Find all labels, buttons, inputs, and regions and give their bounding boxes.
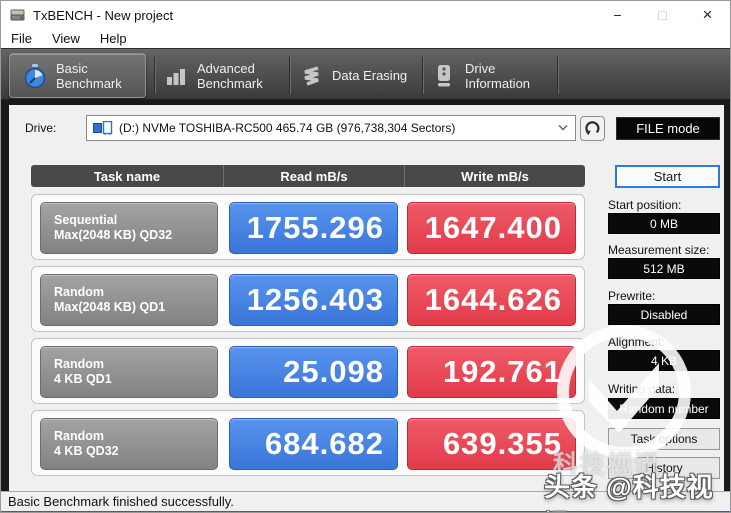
window-title: TxBENCH - New project — [33, 7, 174, 23]
write-value: 1644.626 — [407, 274, 576, 326]
maximize-button[interactable]: □ — [640, 1, 685, 29]
task-options-button[interactable]: Task options — [608, 428, 720, 450]
tab-label: Advanced Benchmark — [197, 60, 263, 91]
drive-select-value: (D:) NVMe TOSHIBA-RC500 465.74 GB (976,7… — [119, 121, 456, 135]
task-button[interactable]: Random 4 KB QD32 — [40, 418, 218, 470]
measurement-size-label: Measurement size: — [608, 243, 710, 257]
prewrite-field[interactable]: Disabled — [608, 304, 720, 325]
tab-label: Drive Information — [465, 60, 531, 91]
write-value: 1647.400 — [407, 202, 576, 254]
content-area: Drive: (D:) NVMe TOSHIBA-RC500 465.74 GB… — [9, 105, 724, 491]
tab-advanced-benchmark[interactable]: Advanced Benchmark — [164, 53, 282, 98]
status-text: Basic Benchmark finished successfully. — [8, 494, 234, 509]
app-icon — [10, 9, 25, 21]
table-row: Random 4 KB QD1 25.098 192.761 — [31, 338, 585, 404]
read-value: 684.682 — [229, 418, 398, 470]
writing-data-field[interactable]: Random number — [608, 398, 720, 419]
drive-select[interactable]: (D:) NVMe TOSHIBA-RC500 465.74 GB (976,7… — [86, 115, 576, 141]
table-header: Task name Read mB/s Write mB/s — [31, 165, 585, 187]
measurement-size-field[interactable]: 512 MB — [608, 258, 720, 279]
stopwatch-icon — [24, 63, 46, 88]
prewrite-label: Prewrite: — [608, 289, 656, 303]
start-button[interactable]: Start — [615, 165, 720, 188]
status-bar: Basic Benchmark finished successfully. — [1, 491, 730, 511]
table-row: Sequential Max(2048 KB) QD32 1755.296 164… — [31, 194, 585, 260]
header-read: Read mB/s — [223, 165, 404, 187]
header-write: Write mB/s — [404, 165, 585, 187]
tab-drive-information[interactable]: Drive Information — [432, 53, 554, 98]
close-button[interactable]: × — [685, 1, 730, 29]
main-frame: Drive: (D:) NVMe TOSHIBA-RC500 465.74 GB… — [1, 101, 730, 491]
read-value: 25.098 — [229, 346, 398, 398]
drive-icon — [438, 64, 450, 86]
table-row: Random 4 KB QD32 684.682 639.355 — [31, 410, 585, 476]
tab-basic-benchmark[interactable]: Basic Benchmark — [9, 53, 146, 98]
alignment-field[interactable]: 4 KB — [608, 350, 720, 371]
titlebar: TxBENCH - New project − □ × — [1, 1, 730, 29]
tab-label: Basic Benchmark — [56, 60, 122, 91]
bar-chart-icon — [167, 68, 185, 85]
disk-drive-icon — [93, 121, 113, 135]
header-task-name: Task name — [93, 168, 161, 184]
write-value: 639.355 — [407, 418, 576, 470]
history-button[interactable]: History — [608, 457, 720, 479]
task-button[interactable]: Random 4 KB QD1 — [40, 346, 218, 398]
alignment-label: Alignment: — [608, 335, 665, 349]
start-position-label: Start position: — [608, 198, 682, 212]
write-value: 192.761 — [407, 346, 576, 398]
menubar: File View Help — [1, 29, 730, 48]
file-mode-button[interactable]: FILE mode — [616, 117, 720, 140]
erase-zigzag-icon — [304, 65, 319, 86]
chevron-down-icon — [558, 124, 568, 131]
menu-view[interactable]: View — [42, 31, 90, 46]
toolbar-separator — [422, 57, 423, 94]
toolbar-separator — [289, 57, 290, 94]
drive-label: Drive: — [25, 121, 57, 135]
toolbar: Basic Benchmark Advanced Benchmark Data Er… — [1, 48, 730, 101]
task-button[interactable]: Random Max(2048 KB) QD1 — [40, 274, 218, 326]
menu-file[interactable]: File — [1, 31, 42, 46]
read-value: 1256.403 — [229, 274, 398, 326]
tab-data-erasing[interactable]: Data Erasing — [299, 53, 415, 98]
menu-help[interactable]: Help — [90, 31, 137, 46]
tab-label: Data Erasing — [332, 68, 408, 83]
refresh-drives-button[interactable] — [580, 116, 605, 141]
writing-data-label: Writing data: — [608, 382, 676, 396]
read-value: 1755.296 — [229, 202, 398, 254]
toolbar-separator — [557, 57, 558, 94]
start-position-field[interactable]: 0 MB — [608, 213, 720, 234]
txbench-window: TxBENCH - New project − □ × File View He… — [0, 0, 731, 513]
table-row: Random Max(2048 KB) QD1 1256.403 1644.626 — [31, 266, 585, 332]
task-button[interactable]: Sequential Max(2048 KB) QD32 — [40, 202, 218, 254]
refresh-icon — [585, 121, 600, 136]
toolbar-separator — [154, 57, 155, 94]
minimize-button[interactable]: − — [595, 1, 640, 29]
